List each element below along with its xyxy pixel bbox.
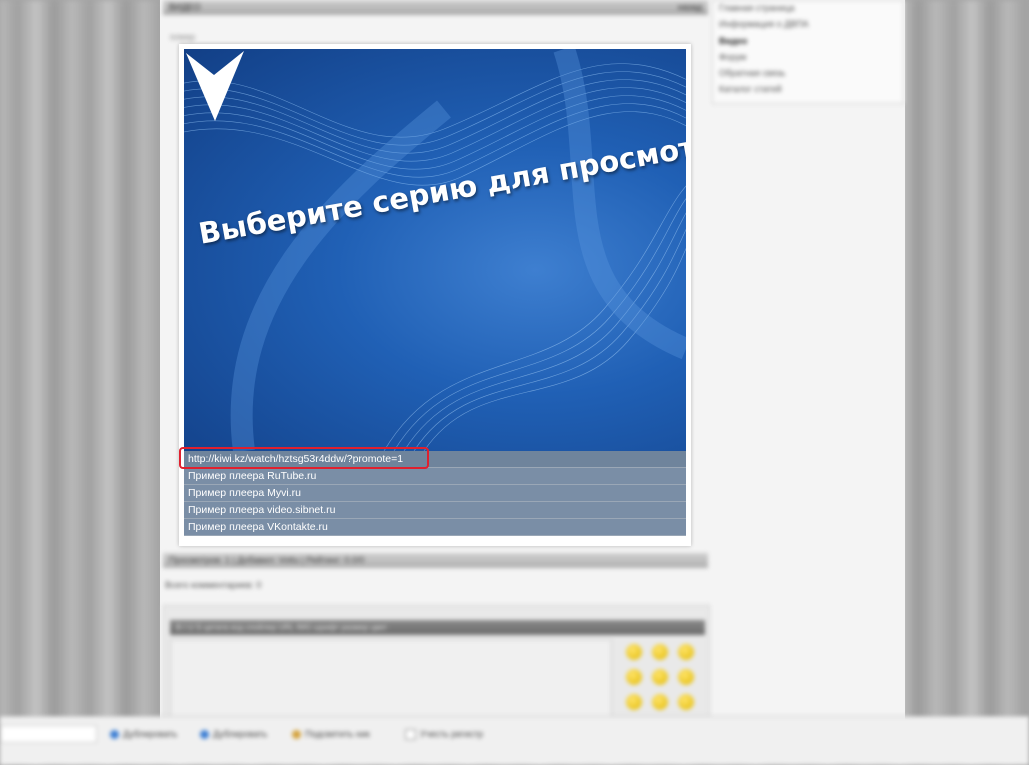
series-item-rutube[interactable]: Пример плеера RuTube.ru — [184, 468, 686, 485]
smiley-icon[interactable] — [652, 669, 668, 685]
comment-count: Всего комментариев: 0 — [165, 580, 262, 590]
comment-textarea[interactable] — [170, 639, 612, 723]
sidebar-item-video[interactable]: Видео — [719, 36, 747, 50]
video-info-text: Просмотров: 1 | Добавил: Vottu | Рейтинг… — [169, 555, 365, 565]
series-list: http://kiwi.kz/watch/hztsg53r4ddw/?promo… — [184, 451, 686, 536]
sidebar-item-home[interactable]: Главная страница — [719, 3, 795, 17]
smiley-icon[interactable] — [678, 669, 694, 685]
down-arrow-icon — [186, 51, 244, 121]
find-bar: Дублировать Дублировать Подсветить ник У… — [0, 716, 1029, 765]
pencil-icon — [292, 730, 301, 740]
sidebar-item-info[interactable]: Информация о ДВПА — [719, 19, 809, 33]
series-item-myvi[interactable]: Пример плеера Myvi.ru — [184, 485, 686, 502]
checkbox-icon — [200, 730, 209, 740]
series-item-vkontakte[interactable]: Пример плеера VKontakte.ru — [184, 519, 686, 536]
checkbox-icon — [110, 730, 119, 740]
sidebar-menu: Главная страница Информация о ДВПА Видео… — [712, 0, 904, 104]
comment-editor: B I U S цитата код спойлер URL IMG шрифт… — [163, 605, 710, 723]
find-option-2[interactable]: Дублировать — [200, 729, 267, 740]
wave-decoration — [184, 49, 686, 451]
video-player[interactable]: Выберите серию для просмотра — [184, 49, 686, 451]
find-input[interactable] — [0, 725, 97, 743]
smiley-icon[interactable] — [678, 694, 694, 710]
sidebar-item-articles[interactable]: Каталог статей — [719, 84, 782, 98]
player-label: плеер — [170, 32, 196, 42]
find-option-1[interactable]: Дублировать — [110, 729, 177, 740]
series-item-sibnet[interactable]: Пример плеера video.sibnet.ru — [184, 502, 686, 519]
editor-toolbar-text: B I U S цитата код спойлер URL IMG шрифт… — [176, 623, 388, 632]
series-item-kiwi[interactable]: http://kiwi.kz/watch/hztsg53r4ddw/?promo… — [184, 451, 686, 468]
sidebar-item-forum[interactable]: Форум — [719, 52, 746, 66]
smiley-icon[interactable] — [626, 694, 642, 710]
sidebar-item-feedback[interactable]: Обратная связь — [719, 68, 785, 82]
find-option-4[interactable]: Учесть регистр — [405, 729, 483, 741]
smiley-icon[interactable] — [626, 644, 642, 660]
section-title: ВИДЕО — [169, 2, 201, 12]
smiley-icon[interactable] — [626, 669, 642, 685]
smiley-icon[interactable] — [652, 694, 668, 710]
smiley-icon[interactable] — [678, 644, 694, 660]
smiley-icon[interactable] — [652, 644, 668, 660]
section-header: ВИДЕО назад — [163, 0, 708, 15]
back-link[interactable]: назад — [678, 2, 702, 12]
editor-toolbar[interactable]: B I U S цитата код спойлер URL IMG шрифт… — [170, 620, 705, 635]
checkbox-icon — [405, 729, 416, 741]
find-option-3[interactable]: Подсветить ник — [292, 729, 370, 740]
video-info-bar: Просмотров: 1 | Добавил: Vottu | Рейтинг… — [163, 553, 708, 568]
